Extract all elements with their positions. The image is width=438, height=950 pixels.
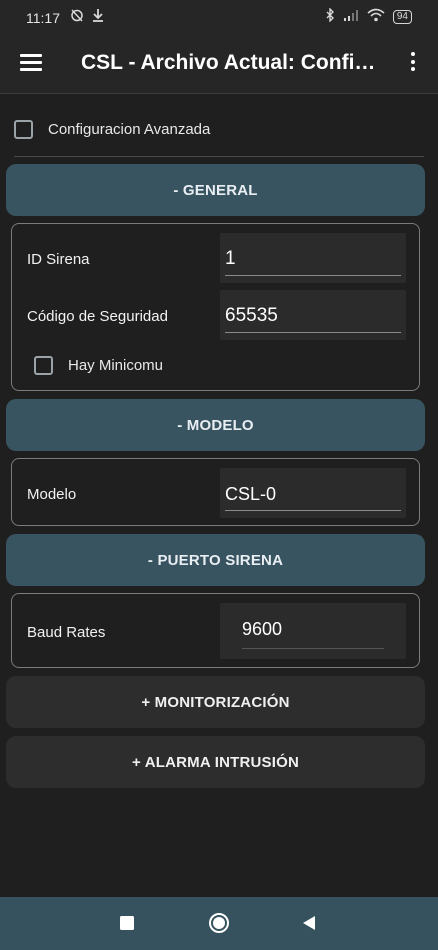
menu-icon[interactable] xyxy=(20,54,42,72)
id-sirena-label: ID Sirena xyxy=(27,251,90,268)
status-bar: 11:17 94 xyxy=(0,0,438,32)
section-alarma-intrusion-button[interactable]: + ALARMA INTRUSIÓN xyxy=(6,736,425,788)
general-group: ID Sirena 1 Código de Seguridad 65535 Ha… xyxy=(11,223,420,391)
signal-icon xyxy=(343,9,359,24)
minicomu-label: Hay Minicomu xyxy=(68,357,164,374)
minicomu-checkbox[interactable] xyxy=(34,356,53,375)
section-modelo-button[interactable]: - MODELO xyxy=(6,399,425,451)
wifi-icon xyxy=(367,8,385,25)
minicomu-row[interactable]: Hay Minicomu xyxy=(34,356,163,375)
download-icon xyxy=(92,8,104,25)
divider xyxy=(14,156,424,157)
id-sirena-input[interactable]: 1 xyxy=(220,233,406,283)
advanced-config-label: Configuracion Avanzada xyxy=(48,121,211,138)
section-general-button[interactable]: - GENERAL xyxy=(6,164,425,216)
baud-rates-value: 9600 xyxy=(242,619,283,639)
modelo-value: CSL-0 xyxy=(225,484,277,504)
section-monitorizacion-button[interactable]: + MONITORIZACIÓN xyxy=(6,676,425,728)
advanced-config-checkbox[interactable] xyxy=(14,120,33,139)
recents-square-icon[interactable] xyxy=(120,916,134,935)
system-nav-bar xyxy=(0,897,438,950)
codigo-seguridad-value: 65535 xyxy=(225,305,278,326)
advanced-config-row[interactable]: Configuracion Avanzada xyxy=(14,120,210,139)
page-title: CSL - Archivo Actual: Configuracion xyxy=(81,51,386,74)
modelo-label: Modelo xyxy=(27,486,77,503)
codigo-seguridad-input[interactable]: 65535 xyxy=(220,290,406,340)
back-triangle-icon[interactable] xyxy=(301,915,317,936)
bluetooth-icon xyxy=(325,7,335,25)
codigo-seguridad-label: Código de Seguridad xyxy=(27,308,168,325)
status-time: 11:17 xyxy=(26,10,60,26)
alarm-off-icon xyxy=(70,8,84,25)
modelo-group: Modelo CSL-0 xyxy=(11,458,420,526)
section-puerto-sirena-button[interactable]: - PUERTO SIRENA xyxy=(6,534,425,586)
baud-rates-label: Baud Rates xyxy=(27,624,106,641)
puerto-sirena-group: Baud Rates 9600 xyxy=(11,593,420,668)
baud-rates-select[interactable]: 9600 xyxy=(220,603,406,659)
home-circle-icon[interactable] xyxy=(208,912,230,939)
battery-icon: 94 xyxy=(392,9,412,24)
id-sirena-value: 1 xyxy=(225,248,236,269)
app-bar: CSL - Archivo Actual: Configuracion xyxy=(0,32,438,94)
modelo-input[interactable]: CSL-0 xyxy=(220,468,406,518)
more-options-icon[interactable] xyxy=(408,52,418,74)
